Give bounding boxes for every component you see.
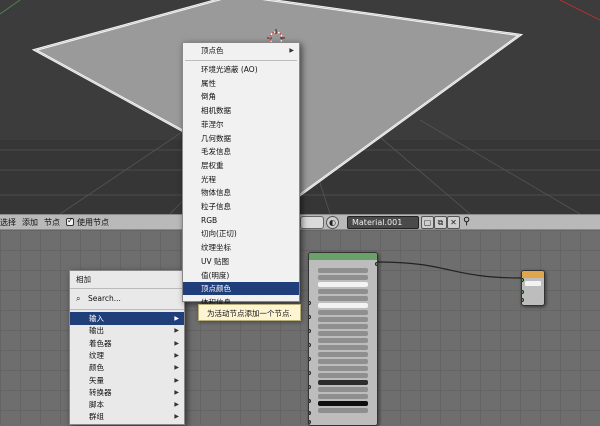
add-menu-item-label: 群组 <box>89 412 104 422</box>
duplicate-material-icon[interactable]: ⧉ <box>434 216 447 229</box>
input-menu-item[interactable]: 纹理坐标 <box>183 241 299 254</box>
add-menu-item-label: 输出 <box>89 326 104 336</box>
input-menu-item[interactable]: 粒子信息 <box>183 200 299 213</box>
input-menu-item[interactable]: UV 贴图 <box>183 255 299 268</box>
add-menu-item[interactable]: 转换器 ▶ <box>70 386 184 399</box>
add-menu-button[interactable]: 添加 <box>22 217 38 229</box>
viewport-scene <box>0 0 600 214</box>
add-menu-item-label: 颜色 <box>89 363 104 373</box>
add-menu-item-label: 纹理 <box>89 350 104 360</box>
select-menu[interactable]: 选择 <box>0 217 16 229</box>
fake-user-icon[interactable]: ▢ <box>421 216 434 229</box>
add-menu: 相加 ⌕ Search... 输入 ▶ 输出 ▶ 着色器 ▶ 纹理 ▶ 颜色 ▶ 矢量 ▶ 转换器 ▶ 脚本… <box>69 270 185 425</box>
input-menu-item[interactable]: 属性 <box>183 77 299 90</box>
unlink-material-icon[interactable]: ✕ <box>447 216 460 229</box>
bsdf-output-socket[interactable] <box>375 262 377 266</box>
add-menu-item[interactable]: 输出 ▶ <box>70 324 184 337</box>
input-submenu: 顶点色 ▶ 环境光遮蔽 (AO) 属性 倒角 相机数据 菲涅尔 几何数据 毛发信息 层权重 光程… <box>182 42 300 307</box>
input-menu-item[interactable]: 相机数据 <box>183 104 299 117</box>
add-menu-item[interactable]: 群组 ▶ <box>70 410 184 423</box>
node-editor-header: 选择 添加 节点 使用节点 ◐ Material.001 ▢ ⧉ ✕ ⚲ <box>0 214 600 230</box>
add-menu-item[interactable]: 纹理 ▶ <box>70 349 184 362</box>
material-browse-icon[interactable]: ◐ <box>326 216 339 229</box>
input-menu-item[interactable]: 物体信息 <box>183 186 299 199</box>
chevron-right-icon: ▶ <box>174 376 179 384</box>
chevron-right-icon: ▶ <box>174 351 179 359</box>
add-menu-item-label: 转换器 <box>89 387 112 397</box>
pin-icon[interactable]: ⚲ <box>463 216 470 228</box>
input-menu-item[interactable]: 顶点颜色 <box>183 282 299 296</box>
add-menu-search[interactable]: ⌕ Search... <box>70 292 184 305</box>
node-header[interactable] <box>309 253 377 260</box>
input-menu-item[interactable]: 几何数据 <box>183 132 299 145</box>
submenu-header[interactable]: 顶点色 ▶ <box>183 44 299 57</box>
add-menu-item[interactable]: 着色器 ▶ <box>70 337 184 350</box>
add-menu-item[interactable]: 颜色 ▶ <box>70 361 184 374</box>
chevron-right-icon: ▶ <box>174 401 179 409</box>
add-menu-item-label: 着色器 <box>89 338 112 348</box>
add-menu-item-label: 输入 <box>89 314 104 323</box>
input-menu-item[interactable]: 切向(正切) <box>183 227 299 240</box>
chevron-right-icon: ▶ <box>174 364 179 372</box>
input-menu-item[interactable]: RGB <box>183 214 299 227</box>
input-menu-item[interactable]: 环境光遮蔽 (AO) <box>183 63 299 76</box>
surface-input-socket[interactable] <box>522 278 524 282</box>
add-menu-item[interactable]: 矢量 ▶ <box>70 374 184 387</box>
node-menu[interactable]: 节点 <box>44 217 60 229</box>
tooltip: 为活动节点添加一个节点. <box>198 304 301 321</box>
add-menu-item[interactable]: 输入 ▶ <box>70 312 184 325</box>
material-output-node[interactable] <box>521 270 545 306</box>
input-menu-item[interactable]: 菲涅尔 <box>183 118 299 131</box>
principled-bsdf-node[interactable] <box>308 252 378 426</box>
node-fields <box>313 263 373 413</box>
output-node-header[interactable] <box>522 271 544 278</box>
input-menu-item[interactable]: 光程 <box>183 173 299 186</box>
chevron-right-icon: ▶ <box>174 327 179 335</box>
shader-type-selector[interactable] <box>300 216 324 229</box>
material-name-field[interactable]: Material.001 <box>347 216 419 229</box>
chevron-right-icon: ▶ <box>289 47 294 54</box>
use-nodes-checkbox[interactable] <box>66 216 74 226</box>
chevron-right-icon: ▶ <box>174 339 179 347</box>
add-menu-item[interactable]: 脚本 ▶ <box>70 398 184 411</box>
add-menu-title: 相加 <box>76 275 91 284</box>
search-icon: ⌕ <box>76 294 81 303</box>
input-menu-item[interactable]: 倒角 <box>183 90 299 103</box>
volume-input-socket[interactable] <box>522 290 524 294</box>
chevron-right-icon: ▶ <box>174 315 179 322</box>
input-menu-item[interactable]: 层权重 <box>183 159 299 172</box>
add-menu-item-label: 矢量 <box>89 375 104 385</box>
use-nodes-label: 使用节点 <box>77 218 109 227</box>
add-menu-item-label: 脚本 <box>89 400 104 410</box>
chevron-right-icon: ▶ <box>174 388 179 396</box>
input-menu-item[interactable]: 值(明度) <box>183 269 299 282</box>
input-menu-item[interactable]: 毛发信息 <box>183 145 299 158</box>
3d-viewport[interactable] <box>0 0 600 214</box>
chevron-right-icon: ▶ <box>174 413 179 421</box>
displacement-input-socket[interactable] <box>522 298 524 302</box>
